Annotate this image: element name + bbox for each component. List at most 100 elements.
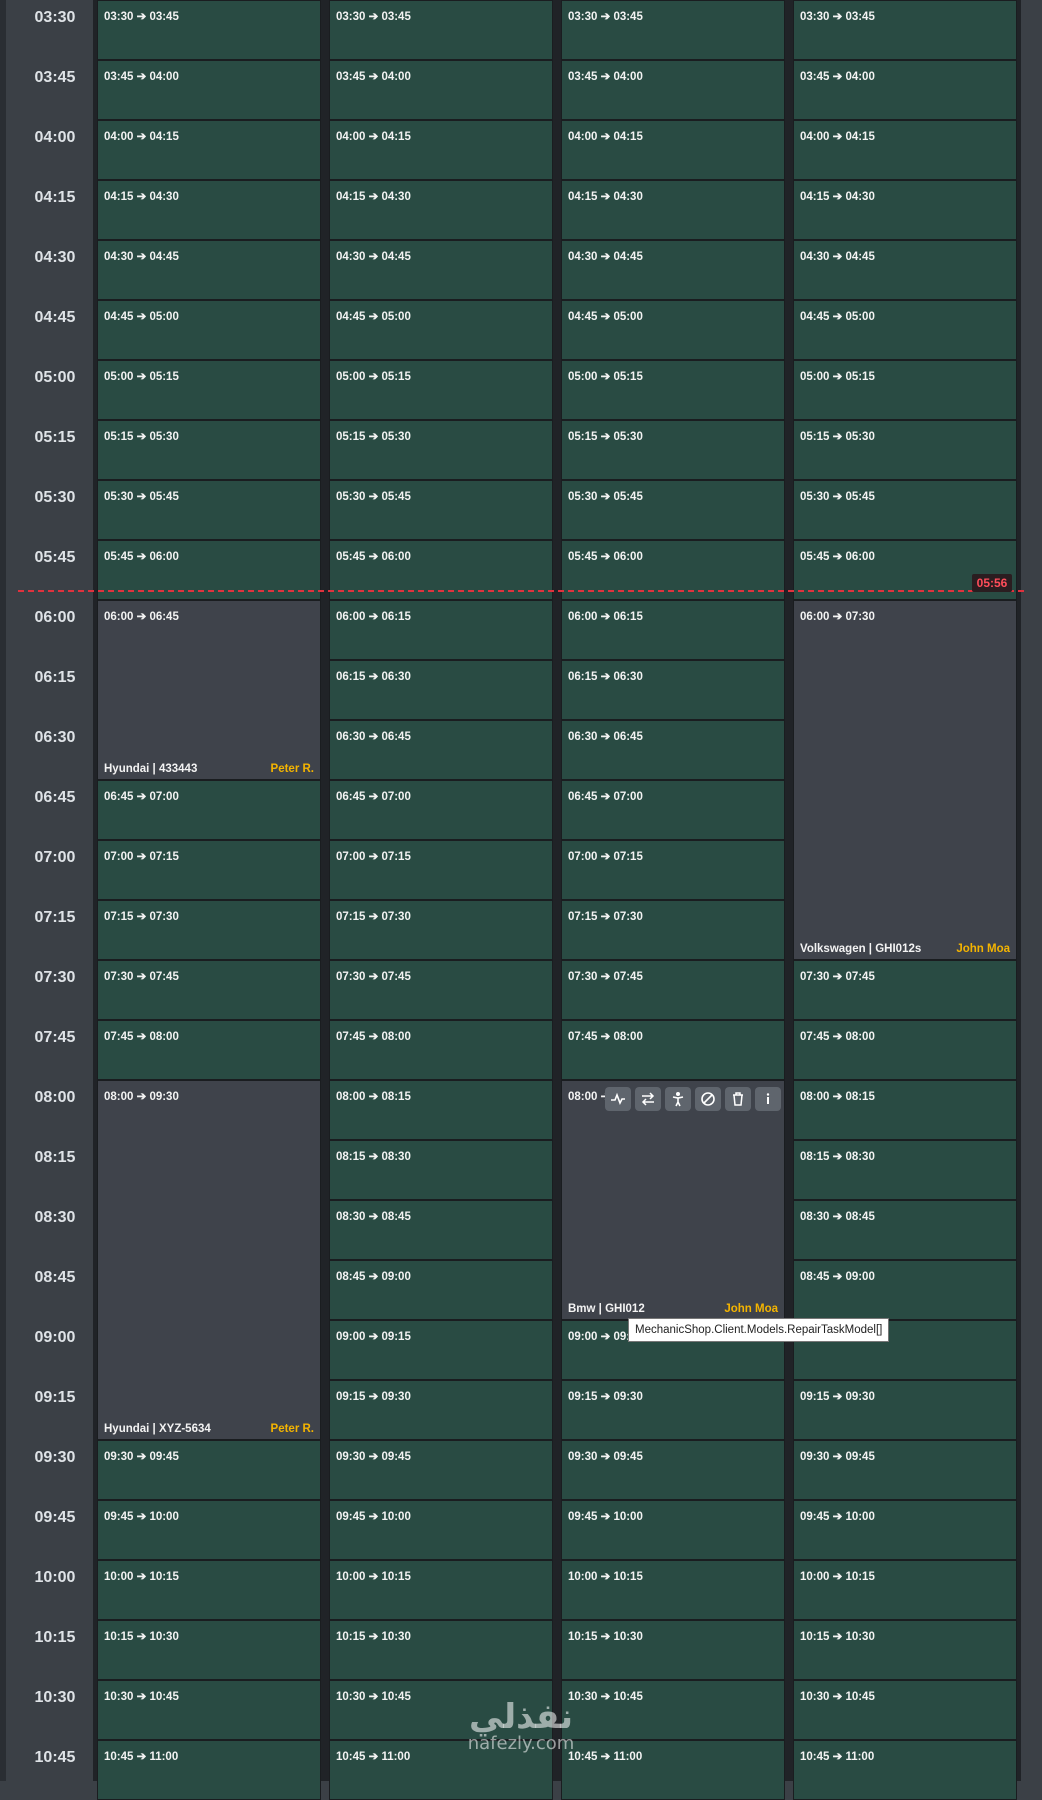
time-slot[interactable]: 05:15 ➔ 05:30 (793, 420, 1017, 480)
time-slot[interactable]: 09:15 ➔ 09:30 (329, 1380, 553, 1440)
time-slot[interactable]: 07:30 ➔ 07:45 (329, 960, 553, 1020)
time-slot[interactable]: 04:00 ➔ 04:15 (97, 120, 321, 180)
time-slot[interactable]: 04:45 ➔ 05:00 (793, 300, 1017, 360)
time-slot[interactable]: 05:30 ➔ 05:45 (97, 480, 321, 540)
time-slot[interactable]: 07:15 ➔ 07:30 (561, 900, 785, 960)
time-slot[interactable]: 04:15 ➔ 04:30 (97, 180, 321, 240)
booked-task[interactable]: 08:00 ➔ Bmw | GHI012 John Moa (561, 1080, 785, 1320)
time-slot[interactable]: 08:30 ➔ 08:45 (793, 1200, 1017, 1260)
time-slot[interactable]: 07:00 ➔ 07:15 (97, 840, 321, 900)
time-slot[interactable]: 09:45 ➔ 10:00 (97, 1500, 321, 1560)
assign-mechanic-button[interactable] (665, 1087, 691, 1111)
time-slot[interactable]: 05:15 ➔ 05:30 (561, 420, 785, 480)
time-slot[interactable]: 10:45 ➔ 11:00 (97, 1740, 321, 1800)
time-slot[interactable]: 10:30 ➔ 10:45 (561, 1680, 785, 1740)
time-slot[interactable]: 06:15 ➔ 06:30 (329, 660, 553, 720)
time-slot[interactable]: 10:45 ➔ 11:00 (793, 1740, 1017, 1800)
time-slot[interactable]: 08:15 ➔ 08:30 (329, 1140, 553, 1200)
time-slot[interactable]: 06:00 ➔ 06:15 (561, 600, 785, 660)
time-slot[interactable]: 08:00 ➔ 08:15 (329, 1080, 553, 1140)
time-slot[interactable]: 04:15 ➔ 04:30 (793, 180, 1017, 240)
swap-icon-button[interactable] (635, 1087, 661, 1111)
time-slot[interactable]: 07:45 ➔ 08:00 (793, 1020, 1017, 1080)
time-slot[interactable]: 06:45 ➔ 07:00 (97, 780, 321, 840)
time-slot[interactable]: 09:30 ➔ 09:45 (97, 1440, 321, 1500)
time-slot[interactable]: 07:30 ➔ 07:45 (561, 960, 785, 1020)
time-slot[interactable]: 07:00 ➔ 07:15 (561, 840, 785, 900)
time-slot[interactable]: 03:45 ➔ 04:00 (329, 60, 553, 120)
time-slot[interactable]: 05:00 ➔ 05:15 (97, 360, 321, 420)
time-slot[interactable]: 04:45 ➔ 05:00 (329, 300, 553, 360)
time-slot[interactable]: 10:15 ➔ 10:30 (329, 1620, 553, 1680)
time-slot[interactable]: 04:00 ➔ 04:15 (329, 120, 553, 180)
booked-task[interactable]: 08:00 ➔ 09:30 Hyundai | XYZ-5634 Peter R. (97, 1080, 321, 1440)
time-slot[interactable]: 09:30 ➔ 09:45 (329, 1440, 553, 1500)
time-slot[interactable]: 03:30 ➔ 03:45 (561, 0, 785, 60)
time-slot[interactable]: 07:00 ➔ 07:15 (329, 840, 553, 900)
time-slot[interactable]: 08:15 ➔ 08:30 (793, 1140, 1017, 1200)
time-slot[interactable]: 10:45 ➔ 11:00 (561, 1740, 785, 1800)
time-slot[interactable]: 05:15 ➔ 05:30 (97, 420, 321, 480)
time-slot[interactable]: 05:00 ➔ 05:15 (793, 360, 1017, 420)
time-slot[interactable]: 08:30 ➔ 08:45 (329, 1200, 553, 1260)
time-slot[interactable]: 10:00 ➔ 10:15 (329, 1560, 553, 1620)
time-slot[interactable]: 04:15 ➔ 04:30 (329, 180, 553, 240)
time-slot[interactable]: 04:30 ➔ 04:45 (793, 240, 1017, 300)
time-slot[interactable]: 09:15 ➔ 09:30 (561, 1380, 785, 1440)
time-slot[interactable]: 09:45 ➔ 10:00 (793, 1500, 1017, 1560)
time-slot[interactable]: 06:00 ➔ 06:15 (329, 600, 553, 660)
time-slot[interactable]: 04:30 ➔ 04:45 (97, 240, 321, 300)
time-slot[interactable]: 06:45 ➔ 07:00 (329, 780, 553, 840)
time-slot[interactable]: 09:30 ➔ 09:45 (793, 1440, 1017, 1500)
time-slot[interactable]: 03:45 ➔ 04:00 (561, 60, 785, 120)
time-slot[interactable]: 07:45 ➔ 08:00 (561, 1020, 785, 1080)
time-slot[interactable]: 05:30 ➔ 05:45 (793, 480, 1017, 540)
time-slot[interactable]: 03:30 ➔ 03:45 (329, 0, 553, 60)
time-slot[interactable]: 04:45 ➔ 05:00 (97, 300, 321, 360)
time-slot[interactable]: 05:15 ➔ 05:30 (329, 420, 553, 480)
time-slot[interactable]: 04:15 ➔ 04:30 (561, 180, 785, 240)
time-slot[interactable]: 04:30 ➔ 04:45 (329, 240, 553, 300)
info-button[interactable] (755, 1087, 781, 1111)
time-slot[interactable]: 07:45 ➔ 08:00 (329, 1020, 553, 1080)
time-slot[interactable]: 07:15 ➔ 07:30 (329, 900, 553, 960)
time-slot[interactable]: 03:45 ➔ 04:00 (97, 60, 321, 120)
time-slot[interactable]: 04:00 ➔ 04:15 (561, 120, 785, 180)
time-slot[interactable]: 06:30 ➔ 06:45 (561, 720, 785, 780)
time-slot[interactable]: 10:15 ➔ 10:30 (97, 1620, 321, 1680)
time-slot[interactable]: 09:15 ➔ 09:30 (793, 1380, 1017, 1440)
time-slot[interactable]: 10:00 ➔ 10:15 (561, 1560, 785, 1620)
time-slot[interactable]: 10:15 ➔ 10:30 (561, 1620, 785, 1680)
time-slot[interactable]: 04:45 ➔ 05:00 (561, 300, 785, 360)
time-slot[interactable]: 04:30 ➔ 04:45 (561, 240, 785, 300)
time-slot[interactable]: 07:45 ➔ 08:00 (97, 1020, 321, 1080)
time-slot[interactable]: 09:45 ➔ 10:00 (329, 1500, 553, 1560)
time-slot[interactable]: 10:00 ➔ 10:15 (97, 1560, 321, 1620)
time-slot[interactable]: 03:45 ➔ 04:00 (793, 60, 1017, 120)
time-slot[interactable]: 05:30 ➔ 05:45 (561, 480, 785, 540)
time-slot[interactable]: 06:15 ➔ 06:30 (561, 660, 785, 720)
time-slot[interactable]: 06:30 ➔ 06:45 (329, 720, 553, 780)
time-slot[interactable]: 09:00 ➔ 09:15 (329, 1320, 553, 1380)
time-slot[interactable]: 08:45 ➔ 09:00 (793, 1260, 1017, 1320)
time-slot[interactable]: 05:00 ➔ 05:15 (329, 360, 553, 420)
time-slot[interactable]: 04:00 ➔ 04:15 (793, 120, 1017, 180)
time-slot[interactable]: 06:45 ➔ 07:00 (561, 780, 785, 840)
time-slot[interactable]: 08:00 ➔ 08:15 (793, 1080, 1017, 1140)
time-slot[interactable]: 07:30 ➔ 07:45 (97, 960, 321, 1020)
time-slot[interactable]: 10:15 ➔ 10:30 (793, 1620, 1017, 1680)
delete-task-button[interactable] (725, 1087, 751, 1111)
time-slot[interactable]: 05:30 ➔ 05:45 (329, 480, 553, 540)
cancel-task-button[interactable] (695, 1087, 721, 1111)
time-slot[interactable]: 10:30 ➔ 10:45 (793, 1680, 1017, 1740)
time-slot[interactable]: 10:30 ➔ 10:45 (97, 1680, 321, 1740)
time-slot[interactable]: 05:00 ➔ 05:15 (561, 360, 785, 420)
booked-task[interactable]: 06:00 ➔ 07:30 Volkswagen | GHI012s John Mo… (793, 600, 1017, 960)
activity-icon-button[interactable] (605, 1087, 631, 1111)
time-slot[interactable]: 07:30 ➔ 07:45 (793, 960, 1017, 1020)
time-slot[interactable]: 10:00 ➔ 10:15 (793, 1560, 1017, 1620)
time-slot[interactable]: 08:45 ➔ 09:00 (329, 1260, 553, 1320)
time-slot[interactable]: 03:30 ➔ 03:45 (97, 0, 321, 60)
booked-task[interactable]: 06:00 ➔ 06:45 Hyundai | 433443 Peter R. (97, 600, 321, 780)
time-slot[interactable]: 09:45 ➔ 10:00 (561, 1500, 785, 1560)
